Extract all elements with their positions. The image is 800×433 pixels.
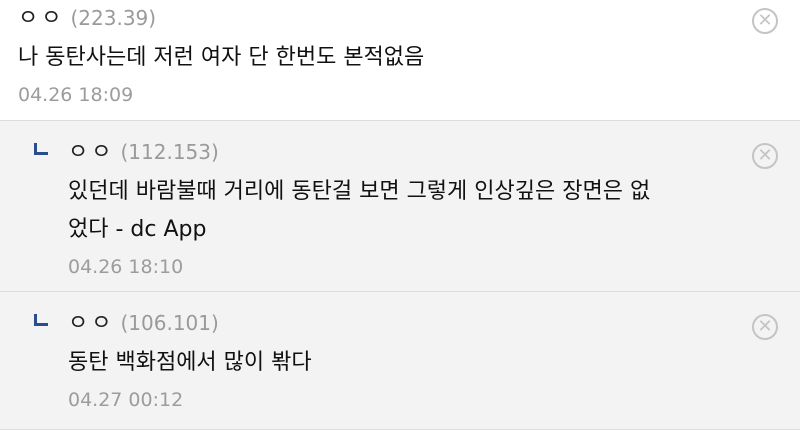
reply-nickname[interactable]: ㅇㅇ <box>68 308 114 340</box>
reply-arrow-icon <box>34 314 48 326</box>
reply-nickname[interactable]: ㅇㅇ <box>68 137 114 169</box>
close-icon: ✕ <box>757 316 773 337</box>
reply-ip: (106.101) <box>120 311 219 335</box>
delete-button[interactable]: ✕ <box>752 314 778 340</box>
close-icon: ✕ <box>757 10 773 31</box>
reply-text-line-1: 있던데 바람불때 거리에 동탄걸 보면 그렇게 인상깊은 장면은 없 <box>68 179 651 204</box>
reply-header: ㅇㅇ (112.153) <box>68 121 800 168</box>
close-icon: ✕ <box>757 145 773 166</box>
comment-text: 나 동탄사는데 저런 여자 단 한번도 본적없음 <box>18 45 425 70</box>
reply-ip: (112.153) <box>120 140 219 164</box>
reply-text: 동탄 백화점에서 많이 봒다 <box>68 350 312 375</box>
reply-header: ㅇㅇ (106.101) <box>68 292 800 339</box>
reply-text-line-2: 었다 - dc App <box>68 217 207 242</box>
comment-date: 04.26 18:09 <box>18 84 134 106</box>
comment-header: ㅇㅇ (223.39) <box>18 2 800 34</box>
comment-nickname[interactable]: ㅇㅇ <box>18 3 64 35</box>
delete-button[interactable]: ✕ <box>752 143 778 169</box>
reply-item: ㅇㅇ (106.101) 동탄 백화점에서 많이 봒다 04.27 00:12 … <box>0 292 800 430</box>
reply-arrow-icon <box>34 143 48 155</box>
reply-date: 04.27 00:12 <box>68 389 184 411</box>
comment-item: ㅇㅇ (223.39) 나 동탄사는데 저런 여자 단 한번도 본적없음 04.… <box>0 0 800 121</box>
delete-button[interactable]: ✕ <box>752 8 778 34</box>
reply-date: 04.26 18:10 <box>68 256 184 278</box>
comment-ip: (223.39) <box>70 6 157 30</box>
reply-item: ㅇㅇ (112.153) 있던데 바람불때 거리에 동탄걸 보면 그렇게 인상깊… <box>0 121 800 292</box>
